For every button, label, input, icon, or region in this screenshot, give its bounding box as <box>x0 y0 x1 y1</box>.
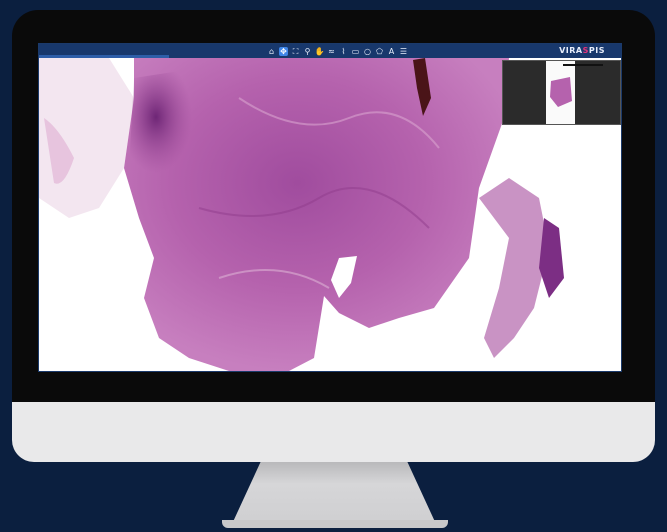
brand-logo: VIRASPIS <box>559 46 605 55</box>
circle-icon[interactable]: ○ <box>363 47 372 56</box>
hand-icon[interactable]: ✋ <box>315 47 325 56</box>
minimap-scale-bar <box>563 64 603 66</box>
zoom-icon[interactable]: ⚲ <box>303 47 312 56</box>
slide-viewer-screen: ⌂ ✥ ⛶ ⚲ ✋ ≈ ⌇ ▭ ○ ⬠ A ☰ VIRASPIS <box>38 43 622 372</box>
home-icon[interactable]: ⌂ <box>267 47 276 56</box>
monitor-chin <box>12 402 655 462</box>
minimap-tissue <box>550 77 572 107</box>
slide-overview-minimap[interactable] <box>502 60 621 125</box>
monitor: ⌂ ✥ ⛶ ⚲ ✋ ≈ ⌇ ▭ ○ ⬠ A ☰ VIRASPIS <box>0 0 667 532</box>
move-icon[interactable]: ✥ <box>279 46 288 56</box>
slide-canvas[interactable] <box>39 58 621 371</box>
monitor-stand <box>232 462 436 524</box>
fullscreen-icon[interactable]: ⛶ <box>291 47 300 56</box>
rectangle-icon[interactable]: ▭ <box>351 47 360 56</box>
minimap-slide-thumbnail <box>546 61 575 124</box>
text-annotation-icon[interactable]: A <box>387 47 396 56</box>
freehand-icon[interactable]: ≈ <box>327 47 336 56</box>
viewer-toolbar: ⌂ ✥ ⛶ ⚲ ✋ ≈ ⌇ ▭ ○ ⬠ A ☰ VIRASPIS <box>39 44 621 58</box>
tool-group: ⌂ ✥ ⛶ ⚲ ✋ ≈ ⌇ ▭ ○ ⬠ A ☰ <box>267 46 408 56</box>
monitor-base <box>222 520 448 528</box>
polyline-icon[interactable]: ⌇ <box>339 47 348 56</box>
list-icon[interactable]: ☰ <box>399 47 408 56</box>
polygon-icon[interactable]: ⬠ <box>375 47 384 56</box>
